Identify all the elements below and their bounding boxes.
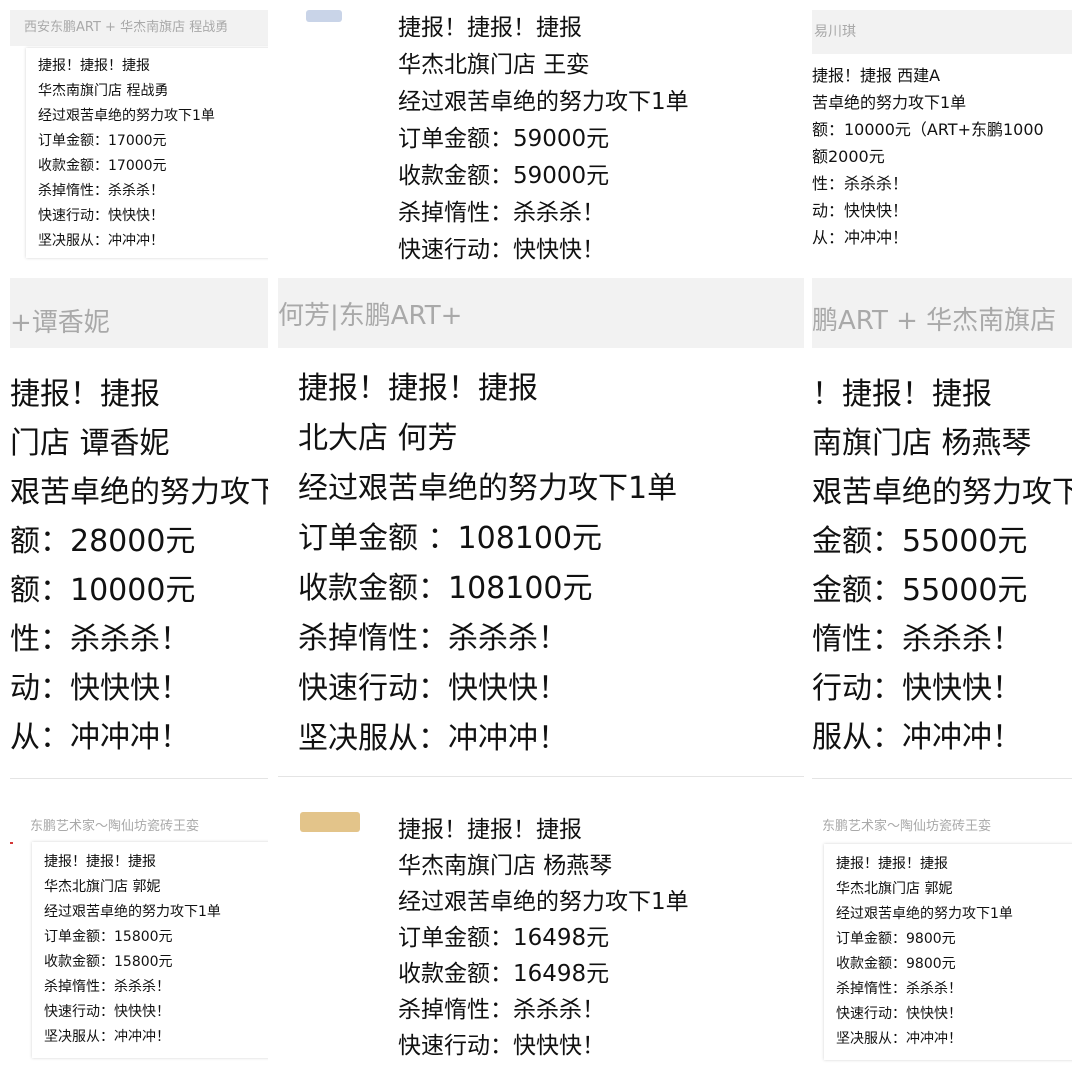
message-line: 杀掉惰性：杀杀杀！ (398, 200, 605, 226)
message-text: 捷报！捷报！捷报 华杰北旗门店 郭妮经过艰苦卓绝的努力攻下1单 订单金额：15800… (44, 850, 221, 1050)
message-line: 经过艰苦卓绝的努力攻下1单 (38, 108, 215, 124)
message-line: 苦卓绝的努力攻下1单 (812, 93, 967, 112)
message-line: 订单金额：17000元 (38, 133, 167, 149)
message-panel-9: 东鹏艺术家～陶仙坊瓷砖王娈 捷报！捷报！捷报 华杰北旗门店 郭妮经过艰苦卓绝的努力… (812, 812, 1072, 1070)
message-line: 杀掉惰性：杀杀杀！ (836, 981, 962, 997)
message-line: 北大店 何芳 (298, 421, 458, 456)
message-line: 艰苦卓绝的努力攻下 (10, 475, 268, 510)
message-line: 杀掉惰性：杀杀杀！ (398, 997, 605, 1023)
message-line: 性：杀杀杀！ (10, 622, 190, 657)
message-line: 华杰北旗门店 郭妮 (44, 879, 161, 895)
message-text: 捷报！捷报！捷报 北大店 何芳经过艰苦卓绝的努力攻下1单 订单金额 ：108100元… (298, 364, 677, 764)
divider (278, 776, 804, 777)
message-panel-4: +谭香妮 捷报！捷报门店 谭香妮艰苦卓绝的努力攻下 额：28000元 额：10000… (10, 278, 268, 800)
message-line: 华杰南旗门店 杨燕琴 (398, 853, 613, 879)
message-line: 杀掉惰性：杀杀杀！ (38, 183, 164, 199)
divider (812, 778, 1072, 779)
message-line: 订单金额：15800元 (44, 929, 173, 945)
message-line: 坚决服从：冲冲冲！ (836, 1031, 962, 1047)
message-line: 动：快快快！ (10, 671, 190, 706)
message-line: 坚决服从：冲冲冲！ (298, 721, 568, 756)
message-line: 坚决服从：冲冲冲！ (44, 1029, 170, 1045)
message-line: 杀掉惰性：杀杀杀！ (298, 621, 568, 656)
message-line: 收款金额：9800元 (836, 956, 956, 972)
message-panel-1: 西安东鹏ART + 华杰南旗店 程战勇 捷报！捷报！捷报华杰南旗门店 程战勇经过… (10, 10, 268, 268)
message-line: 额：28000元 (10, 524, 196, 559)
message-line: 快速行动：快快快！ (398, 237, 605, 263)
message-line: 从：冲冲冲！ (10, 720, 190, 755)
sender-header: 鹏ART + 华杰南旗店 (812, 278, 1072, 348)
message-line: 订单金额：59000元 (398, 126, 610, 152)
message-line: 快速行动：快快快！ (298, 671, 568, 706)
message-line: 杀掉惰性：杀杀杀！ (44, 979, 170, 995)
message-line: 额：10000元（ART+东鹏1000 (812, 120, 1044, 139)
message-line: 快速行动：快快快！ (44, 1004, 170, 1020)
message-line: 订单金额：9800元 (836, 931, 956, 947)
message-line: 服从：冲冲冲！ (812, 720, 1022, 755)
message-line: 动：快快快！ (812, 201, 909, 220)
message-text: 捷报！捷报 西建A 苦卓绝的努力攻下1单额：10000元（ART+东鹏1000 额2… (812, 62, 1044, 251)
message-line: 行动：快快快！ (812, 671, 1022, 706)
message-line: 华杰北旗门店 王娈 (398, 52, 590, 78)
sender-header: 东鹏艺术家～陶仙坊瓷砖王娈 (812, 812, 1072, 842)
message-text: 捷报！捷报！捷报 华杰北旗门店 郭妮经过艰苦卓绝的努力攻下1单 订单金额：9800元… (836, 852, 1013, 1052)
message-panel-7: 东鹏艺术家～陶仙坊瓷砖王娈 捷报！捷报！捷报 华杰北旗门店 郭妮经过艰苦卓绝的努力… (10, 812, 268, 1070)
message-text: 捷报！捷报门店 谭香妮艰苦卓绝的努力攻下 额：28000元 额：10000元 性：杀杀… (10, 370, 268, 762)
message-line: 收款金额：108100元 (298, 571, 593, 606)
message-line: ！捷报！捷报 (812, 377, 992, 412)
message-line: 捷报！捷报 (10, 377, 160, 412)
message-line: 收款金额：15800元 (44, 954, 173, 970)
message-line: 收款金额：16498元 (398, 961, 610, 987)
message-panel-2: 捷报！捷报！捷报 华杰北旗门店 王娈经过艰苦卓绝的努力攻下1单 订单金额：59000… (278, 10, 784, 268)
message-line: 性：杀杀杀！ (812, 174, 909, 193)
message-line: 经过艰苦卓绝的努力攻下1单 (398, 89, 689, 115)
message-panel-8: 捷报！捷报！捷报华杰南旗门店 杨燕琴经过艰苦卓绝的努力攻下1单 订单金额：1649… (278, 812, 784, 1070)
message-line: 经过艰苦卓绝的努力攻下1单 (398, 889, 689, 915)
message-panel-3: 易川琪 捷报！捷报 西建A 苦卓绝的努力攻下1单额：10000元（ART+东鹏10… (812, 10, 1072, 268)
sender-header: 易川琪 (812, 10, 1072, 54)
message-text: 捷报！捷报！捷报华杰南旗门店 程战勇经过艰苦卓绝的努力攻下1单 订单金额：1700… (38, 54, 215, 254)
avatar (306, 10, 342, 22)
message-line: 快速行动：快快快！ (38, 208, 164, 224)
message-line: 收款金额：17000元 (38, 158, 167, 174)
message-line: 快速行动：快快快！ (398, 1033, 605, 1059)
message-line: 艰苦卓绝的努力攻下 (812, 475, 1072, 510)
message-line: 惰性：杀杀杀！ (812, 622, 1022, 657)
sender-header: +谭香妮 (10, 278, 268, 348)
message-line: 订单金额 ：108100元 (298, 521, 603, 556)
message-line: 捷报！捷报！捷报 (398, 15, 582, 41)
sender-header: 何芳|东鹏ART+ (278, 278, 804, 348)
message-line: 额2000元 (812, 147, 885, 166)
sender-header: 西安东鹏ART + 华杰南旗店 程战勇 (10, 10, 268, 46)
message-text: 捷报！捷报！捷报华杰南旗门店 杨燕琴经过艰苦卓绝的努力攻下1单 订单金额：1649… (398, 812, 689, 1064)
message-line: 捷报！捷报！捷报 (836, 856, 948, 872)
message-line: 捷报！捷报！捷报 (44, 854, 156, 870)
message-line: 华杰北旗门店 郭妮 (836, 881, 953, 897)
message-line: 南旗门店 杨燕琴 (812, 426, 1032, 461)
message-line: 捷报！捷报！捷报 (38, 58, 150, 74)
message-line: 捷报！捷报！捷报 (398, 817, 582, 843)
message-line: 金额：55000元 (812, 524, 1028, 559)
message-line: 额：10000元 (10, 573, 196, 608)
message-panel-5: 何芳|东鹏ART+ 捷报！捷报！捷报 北大店 何芳经过艰苦卓绝的努力攻下1单 订单金… (278, 278, 804, 800)
message-line: 华杰南旗门店 程战勇 (38, 83, 169, 99)
avatar (300, 812, 360, 832)
divider (10, 778, 268, 779)
message-line: 捷报！捷报！捷报 (298, 371, 538, 406)
message-line: 坚决服从：冲冲冲！ (38, 233, 164, 249)
message-line: 门店 谭香妮 (10, 426, 170, 461)
message-line: 经过艰苦卓绝的努力攻下1单 (298, 471, 678, 506)
message-line: 捷报！捷报 西建A (812, 66, 941, 85)
message-line: 经过艰苦卓绝的努力攻下1单 (44, 904, 221, 920)
sender-header: 东鹏艺术家～陶仙坊瓷砖王娈 (10, 812, 268, 842)
message-line: 订单金额：16498元 (398, 925, 610, 951)
message-panel-6: 鹏ART + 华杰南旗店 ！捷报！捷报南旗门店 杨燕琴艰苦卓绝的努力攻下 金额：5… (812, 278, 1072, 800)
message-line: 从：冲冲冲！ (812, 228, 909, 247)
message-line: 金额：55000元 (812, 573, 1028, 608)
message-line: 收款金额：59000元 (398, 163, 610, 189)
message-text: 捷报！捷报！捷报 华杰北旗门店 王娈经过艰苦卓绝的努力攻下1单 订单金额：59000… (398, 10, 689, 268)
message-line: 快速行动：快快快！ (836, 1006, 962, 1022)
message-text: ！捷报！捷报南旗门店 杨燕琴艰苦卓绝的努力攻下 金额：55000元 金额：55000… (812, 370, 1072, 762)
message-line: 经过艰苦卓绝的努力攻下1单 (836, 906, 1013, 922)
